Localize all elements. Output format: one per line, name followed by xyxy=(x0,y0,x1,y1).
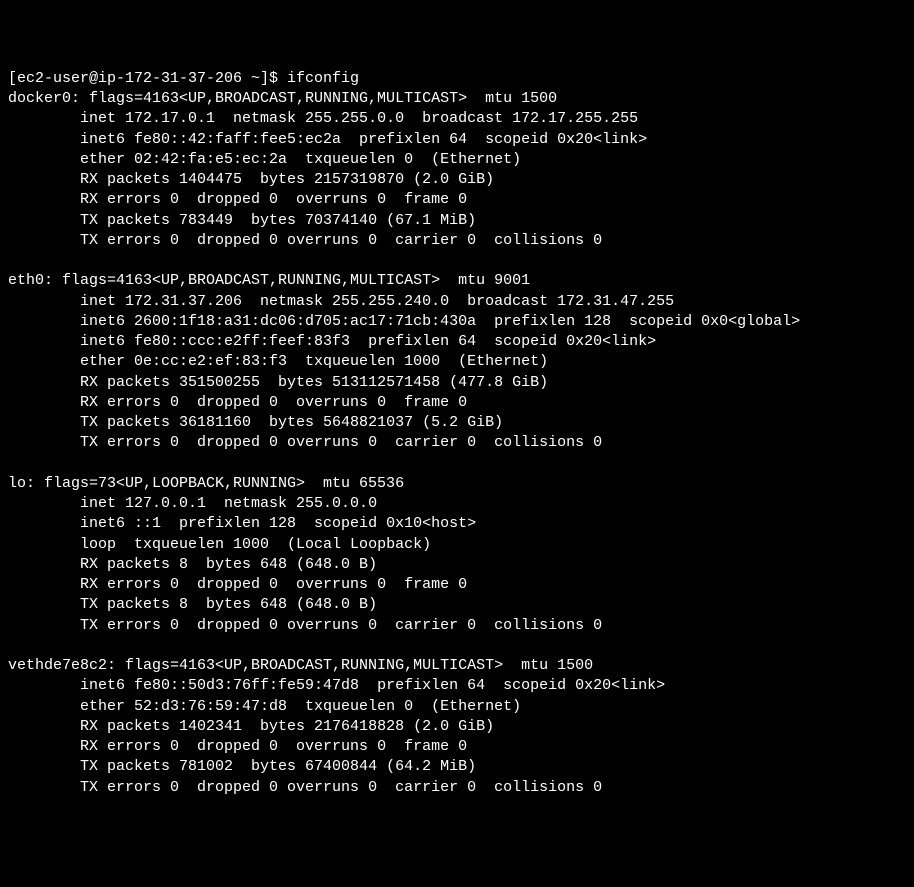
interface-detail-line: TX packets 781002 bytes 67400844 (64.2 M… xyxy=(8,757,906,777)
indent xyxy=(8,293,80,310)
indent xyxy=(8,151,80,168)
interface-detail-line: ether 02:42:fa:e5:ec:2a txqueuelen 0 (Et… xyxy=(8,150,906,170)
terminal-output: [ec2-user@ip-172-31-37-206 ~]$ ifconfigd… xyxy=(8,69,906,798)
detail-text: loop txqueuelen 1000 (Local Loopback) xyxy=(80,536,431,553)
interface-header: eth0: flags=4163<UP,BROADCAST,RUNNING,MU… xyxy=(8,271,906,291)
interface-detail-line: inet6 ::1 prefixlen 128 scopeid 0x10<hos… xyxy=(8,514,906,534)
detail-text: RX packets 8 bytes 648 (648.0 B) xyxy=(80,556,377,573)
indent xyxy=(8,536,80,553)
interface-header: lo: flags=73<UP,LOOPBACK,RUNNING> mtu 65… xyxy=(8,474,906,494)
indent xyxy=(8,374,80,391)
interface-detail-line: TX errors 0 dropped 0 overruns 0 carrier… xyxy=(8,433,906,453)
interface-header-text: eth0: flags=4163<UP,BROADCAST,RUNNING,MU… xyxy=(8,272,530,289)
interface-detail-line: TX packets 36181160 bytes 5648821037 (5.… xyxy=(8,413,906,433)
detail-text: inet6 2600:1f18:a31:dc06:d705:ac17:71cb:… xyxy=(80,313,800,330)
blank-line xyxy=(8,251,906,271)
indent xyxy=(8,677,80,694)
detail-text: TX packets 8 bytes 648 (648.0 B) xyxy=(80,596,377,613)
indent xyxy=(8,515,80,532)
indent xyxy=(8,434,80,451)
interface-header: docker0: flags=4163<UP,BROADCAST,RUNNING… xyxy=(8,89,906,109)
detail-text: RX packets 351500255 bytes 513112571458 … xyxy=(80,374,548,391)
detail-text: inet6 fe80::ccc:e2ff:feef:83f3 prefixlen… xyxy=(80,333,656,350)
interface-detail-line: inet6 fe80::50d3:76ff:fe59:47d8 prefixle… xyxy=(8,676,906,696)
indent xyxy=(8,131,80,148)
detail-text: RX errors 0 dropped 0 overruns 0 frame 0 xyxy=(80,191,467,208)
indent xyxy=(8,738,80,755)
indent xyxy=(8,576,80,593)
interface-detail-line: inet 172.17.0.1 netmask 255.255.0.0 broa… xyxy=(8,109,906,129)
blank-line xyxy=(8,454,906,474)
interface-detail-line: RX errors 0 dropped 0 overruns 0 frame 0 xyxy=(8,393,906,413)
interface-detail-line: ether 0e:cc:e2:ef:83:f3 txqueuelen 1000 … xyxy=(8,352,906,372)
detail-text: inet 127.0.0.1 netmask 255.0.0.0 xyxy=(80,495,377,512)
interface-detail-line: inet 172.31.37.206 netmask 255.255.240.0… xyxy=(8,292,906,312)
interface-detail-line: RX packets 1402341 bytes 2176418828 (2.0… xyxy=(8,717,906,737)
interface-header-text: vethde7e8c2: flags=4163<UP,BROADCAST,RUN… xyxy=(8,657,593,674)
interface-header-text: docker0: flags=4163<UP,BROADCAST,RUNNING… xyxy=(8,90,557,107)
interface-detail-line: TX errors 0 dropped 0 overruns 0 carrier… xyxy=(8,778,906,798)
detail-text: RX errors 0 dropped 0 overruns 0 frame 0 xyxy=(80,576,467,593)
interface-detail-line: loop txqueuelen 1000 (Local Loopback) xyxy=(8,535,906,555)
detail-text: TX errors 0 dropped 0 overruns 0 carrier… xyxy=(80,232,602,249)
indent xyxy=(8,110,80,127)
interface-detail-line: inet6 fe80::42:faff:fee5:ec2a prefixlen … xyxy=(8,130,906,150)
interface-detail-line: TX errors 0 dropped 0 overruns 0 carrier… xyxy=(8,616,906,636)
interface-header: vethde7e8c2: flags=4163<UP,BROADCAST,RUN… xyxy=(8,656,906,676)
detail-text: TX packets 36181160 bytes 5648821037 (5.… xyxy=(80,414,503,431)
interface-detail-line: RX packets 351500255 bytes 513112571458 … xyxy=(8,373,906,393)
interface-detail-line: RX errors 0 dropped 0 overruns 0 frame 0 xyxy=(8,575,906,595)
detail-text: RX packets 1404475 bytes 2157319870 (2.0… xyxy=(80,171,494,188)
detail-text: inet6 fe80::50d3:76ff:fe59:47d8 prefixle… xyxy=(80,677,665,694)
detail-text: TX errors 0 dropped 0 overruns 0 carrier… xyxy=(80,434,602,451)
indent xyxy=(8,394,80,411)
interface-detail-line: RX errors 0 dropped 0 overruns 0 frame 0 xyxy=(8,737,906,757)
detail-text: ether 0e:cc:e2:ef:83:f3 txqueuelen 1000 … xyxy=(80,353,548,370)
command-text: ifconfig xyxy=(287,70,359,87)
interface-detail-line: RX errors 0 dropped 0 overruns 0 frame 0 xyxy=(8,190,906,210)
indent xyxy=(8,171,80,188)
indent xyxy=(8,232,80,249)
blank-line xyxy=(8,636,906,656)
interface-detail-line: TX packets 8 bytes 648 (648.0 B) xyxy=(8,595,906,615)
detail-text: inet6 fe80::42:faff:fee5:ec2a prefixlen … xyxy=(80,131,647,148)
indent xyxy=(8,495,80,512)
detail-text: RX errors 0 dropped 0 overruns 0 frame 0 xyxy=(80,394,467,411)
indent xyxy=(8,414,80,431)
detail-text: ether 02:42:fa:e5:ec:2a txqueuelen 0 (Et… xyxy=(80,151,521,168)
indent xyxy=(8,353,80,370)
interface-detail-line: inet6 fe80::ccc:e2ff:feef:83f3 prefixlen… xyxy=(8,332,906,352)
interface-detail-line: TX packets 783449 bytes 70374140 (67.1 M… xyxy=(8,211,906,231)
detail-text: TX packets 781002 bytes 67400844 (64.2 M… xyxy=(80,758,476,775)
detail-text: TX errors 0 dropped 0 overruns 0 carrier… xyxy=(80,617,602,634)
detail-text: inet6 ::1 prefixlen 128 scopeid 0x10<hos… xyxy=(80,515,476,532)
detail-text: inet 172.31.37.206 netmask 255.255.240.0… xyxy=(80,293,674,310)
detail-text: inet 172.17.0.1 netmask 255.255.0.0 broa… xyxy=(80,110,638,127)
indent xyxy=(8,556,80,573)
indent xyxy=(8,779,80,796)
indent xyxy=(8,333,80,350)
indent xyxy=(8,617,80,634)
interface-detail-line: ether 52:d3:76:59:47:d8 txqueuelen 0 (Et… xyxy=(8,697,906,717)
interface-detail-line: TX errors 0 dropped 0 overruns 0 carrier… xyxy=(8,231,906,251)
interface-detail-line: RX packets 8 bytes 648 (648.0 B) xyxy=(8,555,906,575)
detail-text: TX errors 0 dropped 0 overruns 0 carrier… xyxy=(80,779,602,796)
detail-text: RX packets 1402341 bytes 2176418828 (2.0… xyxy=(80,718,494,735)
indent xyxy=(8,596,80,613)
indent xyxy=(8,718,80,735)
interface-header-text: lo: flags=73<UP,LOOPBACK,RUNNING> mtu 65… xyxy=(8,475,404,492)
indent xyxy=(8,191,80,208)
interface-detail-line: RX packets 1404475 bytes 2157319870 (2.0… xyxy=(8,170,906,190)
indent xyxy=(8,313,80,330)
detail-text: ether 52:d3:76:59:47:d8 txqueuelen 0 (Et… xyxy=(80,698,521,715)
interface-detail-line: inet 127.0.0.1 netmask 255.0.0.0 xyxy=(8,494,906,514)
detail-text: TX packets 783449 bytes 70374140 (67.1 M… xyxy=(80,212,476,229)
indent xyxy=(8,698,80,715)
prompt-line[interactable]: [ec2-user@ip-172-31-37-206 ~]$ ifconfig xyxy=(8,69,906,89)
detail-text: RX errors 0 dropped 0 overruns 0 frame 0 xyxy=(80,738,467,755)
shell-prompt: [ec2-user@ip-172-31-37-206 ~]$ xyxy=(8,70,287,87)
indent xyxy=(8,758,80,775)
interface-detail-line: inet6 2600:1f18:a31:dc06:d705:ac17:71cb:… xyxy=(8,312,906,332)
indent xyxy=(8,212,80,229)
